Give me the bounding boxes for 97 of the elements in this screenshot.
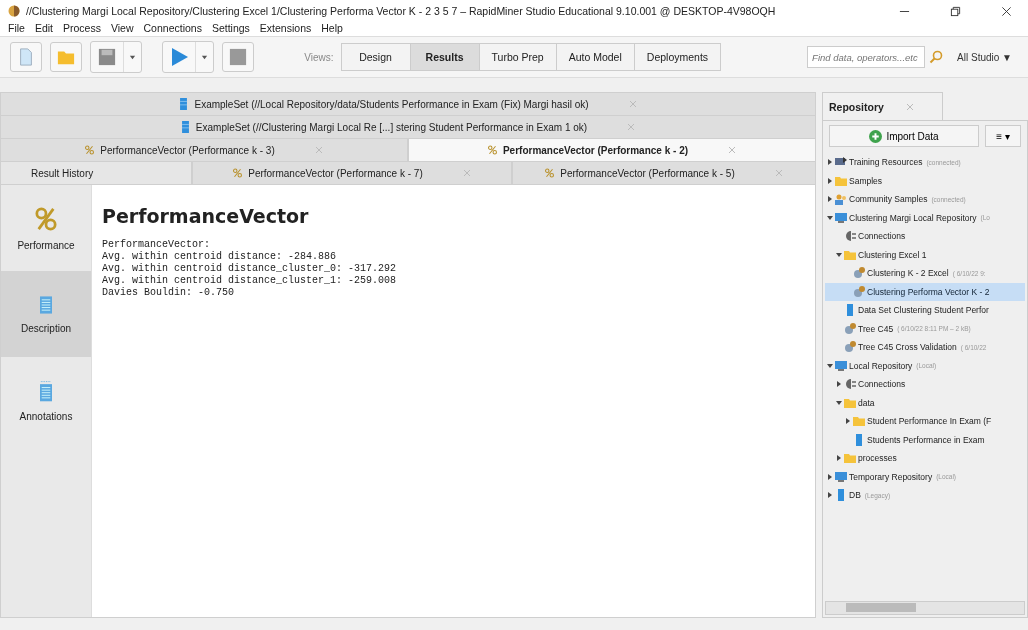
data-table-icon bbox=[844, 304, 856, 317]
view-tab[interactable]: Deployments bbox=[633, 43, 722, 71]
percent-icon bbox=[85, 144, 95, 156]
caret-icon[interactable] bbox=[827, 473, 833, 480]
menu-item[interactable]: Process bbox=[63, 22, 101, 36]
caret-icon[interactable] bbox=[836, 251, 842, 258]
menu-item[interactable]: Settings bbox=[211, 22, 250, 36]
caret-icon[interactable] bbox=[827, 177, 833, 184]
data-table-icon bbox=[853, 433, 865, 446]
caret-icon[interactable] bbox=[827, 159, 833, 166]
close-icon[interactable] bbox=[1001, 5, 1012, 17]
result-tab[interactable]: PerformanceVector (Performance k - 5) bbox=[511, 161, 816, 184]
folder-icon bbox=[835, 174, 847, 187]
plug-icon bbox=[844, 230, 856, 243]
menu-item[interactable]: Help bbox=[321, 22, 343, 36]
result-tab[interactable]: PerformanceVector (Performance k - 7) bbox=[192, 161, 512, 184]
percent-icon bbox=[545, 167, 555, 179]
result-tab[interactable]: ExampleSet (//Local Repository/data/Students Performance in Exam (Fix) Margi hasil ok) bbox=[0, 92, 816, 115]
monitor-icon bbox=[835, 359, 847, 372]
scope-dropdown[interactable]: All Studio ▼ bbox=[951, 44, 1018, 70]
tree-item[interactable]: Connections bbox=[825, 375, 1025, 394]
file-icon bbox=[17, 47, 35, 67]
document-icon bbox=[40, 294, 52, 315]
result-line: PerformanceVector: bbox=[102, 239, 212, 251]
stop-button[interactable] bbox=[222, 42, 254, 72]
percent-icon bbox=[233, 167, 243, 179]
view-tab[interactable]: Auto Model bbox=[555, 43, 635, 71]
folder-icon bbox=[844, 452, 856, 465]
caret-icon[interactable] bbox=[836, 455, 842, 462]
search-field[interactable]: Find data, operators...etc bbox=[807, 46, 926, 68]
caret-icon[interactable] bbox=[845, 418, 851, 425]
folder-icon bbox=[844, 248, 856, 261]
gears-icon bbox=[844, 341, 856, 354]
data-table-icon bbox=[179, 98, 189, 110]
result-line: Avg. within centroid distance_cluster_1: -259.008 bbox=[102, 275, 397, 287]
menu-item[interactable]: Connections bbox=[143, 22, 202, 36]
play-icon bbox=[169, 47, 189, 67]
caret-icon[interactable] bbox=[827, 362, 833, 369]
folder-icon bbox=[844, 396, 856, 409]
gears-icon bbox=[853, 285, 865, 298]
notes-icon bbox=[40, 378, 52, 403]
tree-item[interactable]: Samples bbox=[825, 171, 1025, 190]
search-icon bbox=[929, 50, 944, 64]
result-tab[interactable]: PerformanceVector (Performance k - 3) bbox=[0, 138, 408, 161]
tree-item[interactable]: Connections bbox=[825, 227, 1025, 246]
caret-icon[interactable] bbox=[836, 399, 842, 406]
window-title: //Clustering Margi Local Repository/Clustering Excel 1/Clustering Performa Vector K - 2 3 5 7 – RapidMiner Studio Educational 9.10.001 @ DESKTOP-4V98OQH bbox=[26, 5, 776, 17]
tree-item[interactable]: Clustering Performa Vector K - 2 bbox=[825, 282, 1025, 301]
views-label: Views: bbox=[304, 51, 334, 63]
tree-item[interactable]: Student Performance In Exam (F bbox=[825, 412, 1025, 431]
data-table-icon bbox=[835, 489, 847, 502]
monitor-icon bbox=[835, 470, 847, 483]
import-data-button[interactable]: Import Data bbox=[829, 125, 979, 147]
tree-item[interactable]: Clustering Excel 1 bbox=[825, 245, 1025, 264]
stop-icon bbox=[229, 48, 247, 66]
plus-icon bbox=[869, 129, 883, 143]
caret-icon[interactable] bbox=[827, 196, 833, 203]
side-tab[interactable]: Annotations bbox=[1, 357, 91, 443]
tree-item[interactable]: Students Performance in Exam bbox=[825, 430, 1025, 449]
tree-item[interactable]: processes bbox=[825, 449, 1025, 468]
result-heading: PerformanceVector bbox=[102, 205, 310, 227]
result-tab[interactable]: PerformanceVector (Performance k - 2) bbox=[408, 138, 816, 161]
result-tab[interactable]: ExampleSet (//Clustering Margi Local Re [...] stering Student Performance in Exam 1 ok) bbox=[0, 115, 816, 138]
tree-item[interactable]: data bbox=[825, 393, 1025, 412]
caret-icon bbox=[201, 53, 208, 61]
result-line: Davies Bouldin: -0.750 bbox=[102, 287, 236, 299]
side-tab[interactable]: Performance bbox=[1, 185, 91, 271]
result-tab[interactable]: Result History bbox=[0, 161, 192, 184]
result-line: Avg. within centroid distance: -284.886 bbox=[102, 251, 338, 263]
menu-item[interactable]: File bbox=[8, 22, 25, 36]
gears-icon bbox=[853, 267, 865, 280]
view-tab[interactable]: Turbo Prep bbox=[478, 43, 557, 71]
people-icon bbox=[835, 193, 847, 206]
percent-icon bbox=[487, 144, 497, 156]
repository-tab[interactable]: Repository bbox=[822, 92, 943, 120]
result-line: Avg. within centroid distance_cluster_0: -317.292 bbox=[102, 263, 397, 275]
menu-item[interactable]: View bbox=[110, 22, 134, 36]
data-table-icon bbox=[180, 121, 190, 133]
app-logo-icon bbox=[8, 5, 20, 17]
tree-item[interactable]: Data Set Clustering Student Perfor bbox=[825, 301, 1025, 320]
view-tab[interactable]: Design bbox=[340, 43, 411, 71]
view-tab[interactable]: Results bbox=[409, 43, 480, 71]
menu-item[interactable]: Extensions bbox=[259, 22, 312, 36]
monitor-icon bbox=[835, 211, 847, 224]
gears-icon bbox=[844, 322, 856, 335]
plug-icon bbox=[844, 378, 856, 391]
percent-icon bbox=[35, 205, 57, 232]
folder-icon bbox=[853, 415, 865, 428]
horizontal-scrollbar[interactable] bbox=[825, 601, 1025, 615]
restore-icon[interactable] bbox=[950, 5, 961, 17]
caret-icon[interactable] bbox=[827, 492, 833, 499]
caret-icon[interactable] bbox=[836, 381, 842, 388]
caret-icon[interactable] bbox=[827, 214, 833, 221]
menu-item[interactable]: Edit bbox=[34, 22, 53, 36]
side-tab[interactable]: Description bbox=[1, 271, 91, 357]
caret-icon bbox=[129, 53, 136, 61]
repository-menu-button[interactable]: ≡ ▾ bbox=[985, 125, 1021, 147]
